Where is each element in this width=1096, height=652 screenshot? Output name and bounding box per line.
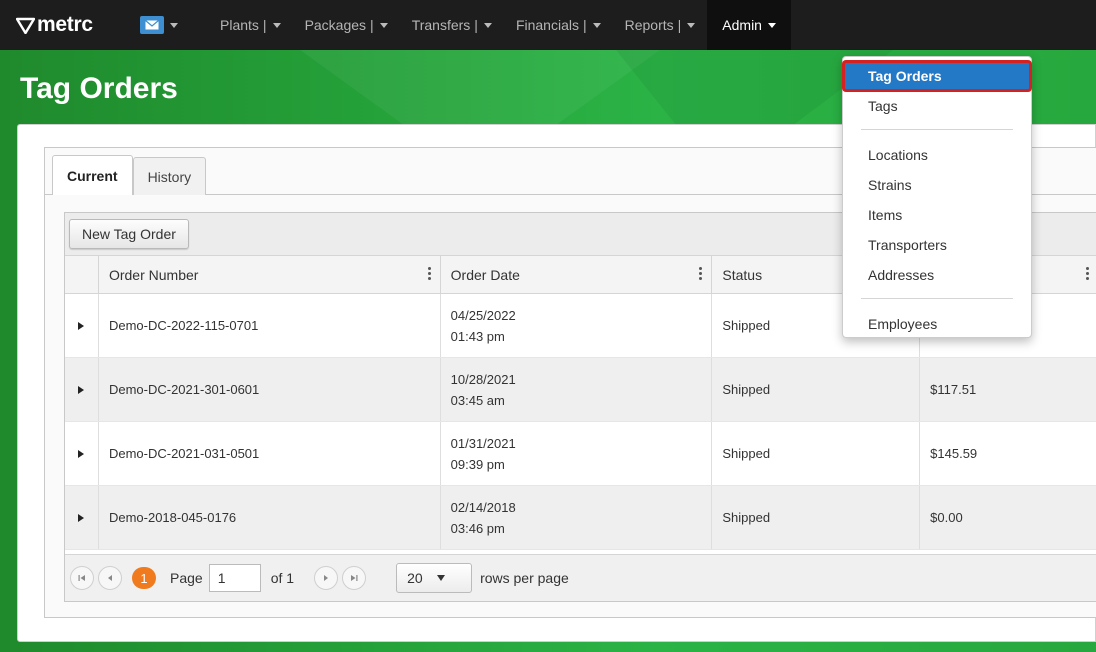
grid-pager: 1 Page 1 of 1 20 rows per page — [65, 554, 1096, 601]
order-date-cell: 01/31/2021 09:39 pm — [441, 422, 713, 485]
menu-divider — [861, 298, 1013, 299]
nav-financials[interactable]: Financials | — [504, 0, 613, 50]
messages-menu[interactable] — [140, 16, 208, 34]
top-navbar: metrc Plants | Packages | Transfers | Finan… — [0, 0, 1096, 50]
kebab-menu-icon[interactable] — [1086, 266, 1090, 282]
caret-down-icon — [436, 575, 445, 581]
tab-history[interactable]: History — [132, 157, 207, 195]
rows-per-page-label: rows per page — [480, 570, 569, 586]
metrc-logo-icon — [16, 17, 35, 34]
nav-reports[interactable]: Reports | — [613, 0, 708, 50]
current-page-badge[interactable]: 1 — [132, 567, 156, 589]
status-cell: Shipped — [712, 358, 921, 421]
order-date-cell: 02/14/2018 03:46 pm — [441, 486, 713, 549]
nav-admin[interactable]: Admin — [707, 0, 791, 50]
caret-down-icon — [272, 22, 281, 28]
caret-down-icon — [483, 22, 492, 28]
caret-down-icon — [170, 22, 178, 28]
order-number-cell: Demo-2018-045-0176 — [99, 486, 441, 549]
column-header-order-date[interactable]: Order Date — [441, 256, 713, 293]
prev-page-icon[interactable] — [98, 566, 122, 590]
brand-logo[interactable]: metrc — [0, 13, 140, 37]
column-header-order-number[interactable]: Order Number — [99, 256, 441, 293]
kebab-menu-icon[interactable] — [699, 266, 703, 282]
table-row[interactable]: Demo-2018-045-0176 02/14/2018 03:46 pm Sh… — [65, 486, 1096, 550]
caret-down-icon — [687, 22, 696, 28]
menu-item-transporters[interactable]: Transporters — [843, 230, 1031, 260]
status-cell: Shipped — [712, 486, 921, 549]
menu-item-employees[interactable]: Employees — [843, 309, 1031, 339]
caret-down-icon — [767, 22, 776, 28]
first-page-icon[interactable] — [70, 566, 94, 590]
order-date-cell: 04/25/2022 01:43 pm — [441, 294, 713, 357]
page-input[interactable]: 1 — [208, 564, 261, 592]
menu-item-tag-orders[interactable]: Tag Orders — [842, 60, 1032, 92]
nav-packages[interactable]: Packages | — [293, 0, 400, 50]
amount-cell: $145.59 — [930, 446, 978, 461]
amount-cell: $117.51 — [930, 382, 977, 397]
table-row[interactable]: Demo-DC-2021-031-0501 01/31/2021 09:39 pm… — [65, 422, 1096, 486]
last-page-icon[interactable] — [342, 566, 367, 590]
mail-icon[interactable] — [140, 16, 164, 34]
status-cell: Shipped — [712, 422, 921, 485]
menu-item-locations[interactable]: Locations — [843, 140, 1031, 170]
amount-cell: $0.00 — [930, 510, 963, 525]
rows-per-page-select[interactable]: 20 — [396, 563, 473, 593]
order-number-cell: Demo-DC-2022-115-0701 — [99, 294, 441, 357]
page-label: Page — [170, 570, 203, 586]
caret-down-icon — [379, 22, 388, 28]
order-number-cell: Demo-DC-2021-301-0601 — [99, 358, 441, 421]
order-date-cell: 10/28/2021 03:45 am — [441, 358, 713, 421]
nav-transfers[interactable]: Transfers | — [400, 0, 504, 50]
next-page-icon[interactable] — [314, 566, 339, 590]
brand-name: metrc — [37, 13, 93, 36]
tab-current[interactable]: Current — [52, 155, 133, 195]
nav-plants[interactable]: Plants | — [208, 0, 293, 50]
expand-row-icon[interactable] — [65, 358, 99, 421]
menu-item-tags[interactable]: Tags — [843, 91, 1031, 121]
admin-dropdown-menu: Tag Orders Tags Locations Strains Items … — [842, 56, 1032, 338]
kebab-menu-icon[interactable] — [427, 266, 432, 282]
page-title: Tag Orders — [20, 72, 178, 105]
expand-row-icon[interactable] — [65, 422, 99, 485]
order-number-cell: Demo-DC-2021-031-0501 — [99, 422, 441, 485]
menu-item-addresses[interactable]: Addresses — [843, 260, 1031, 290]
expand-row-icon[interactable] — [65, 294, 99, 357]
expander-header — [65, 256, 99, 293]
table-row[interactable]: Demo-DC-2021-301-0601 10/28/2021 03:45 am… — [65, 358, 1096, 422]
menu-item-strains[interactable]: Strains — [843, 170, 1031, 200]
page-count-label: of 1 — [270, 570, 295, 586]
menu-divider — [861, 129, 1013, 130]
expand-row-icon[interactable] — [65, 486, 99, 549]
tab-strip: Current History — [52, 155, 207, 195]
menu-item-items[interactable]: Items — [843, 200, 1031, 230]
new-tag-order-button[interactable]: New Tag Order — [69, 219, 189, 249]
caret-down-icon — [592, 22, 601, 28]
